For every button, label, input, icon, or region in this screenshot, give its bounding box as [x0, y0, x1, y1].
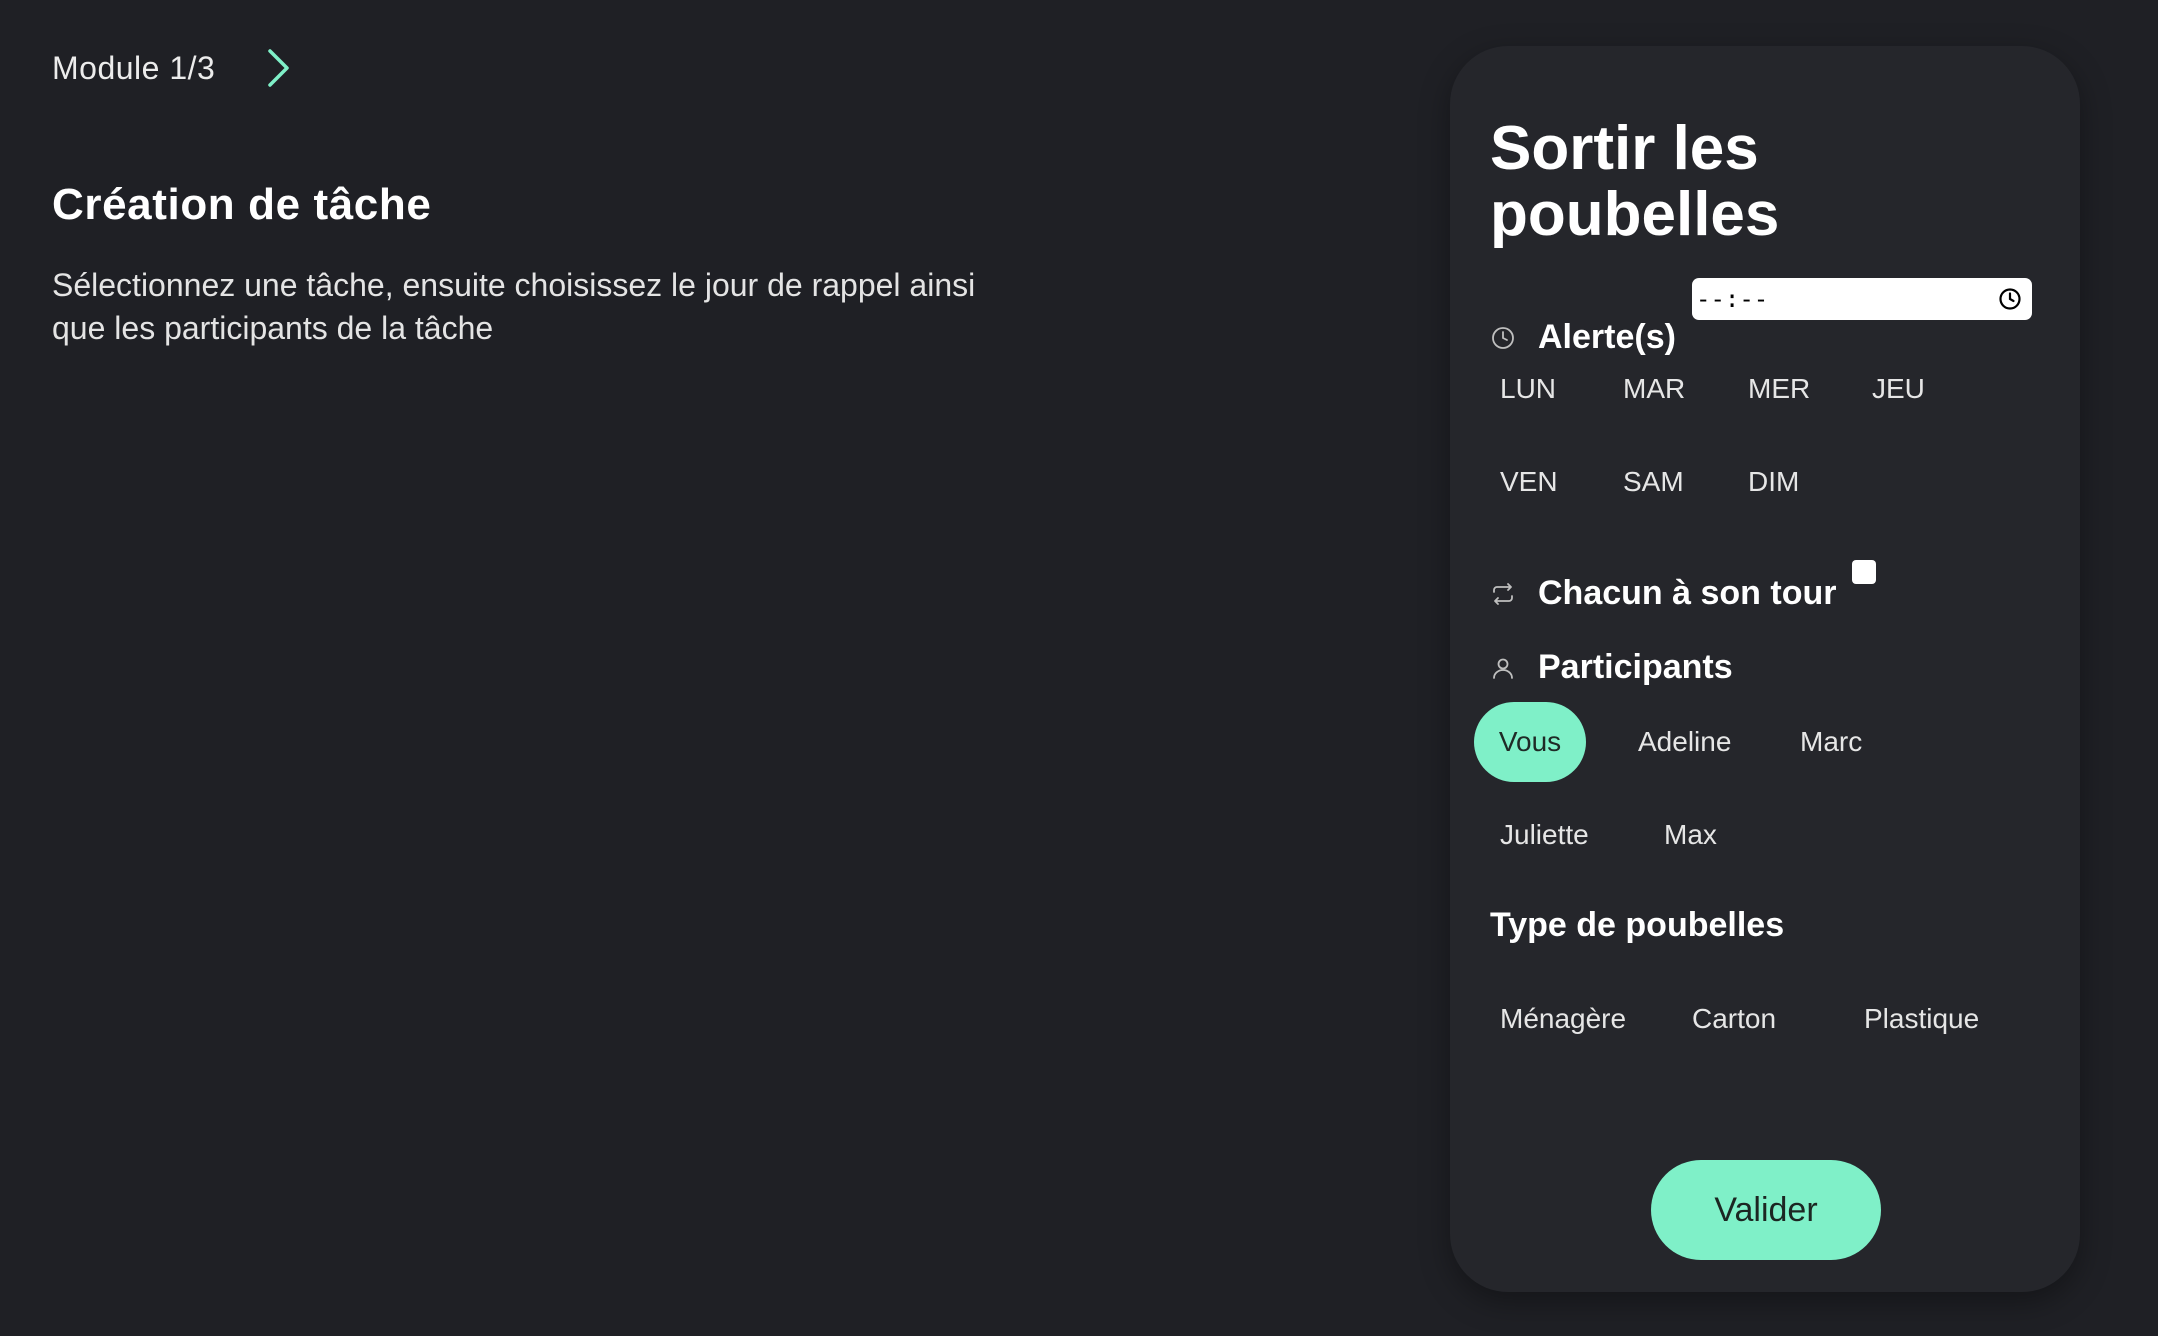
- participants-label: Participants: [1538, 648, 1733, 686]
- trash-type-chip-label: Carton: [1692, 1003, 1777, 1034]
- trash-type-chip-label: Plastique: [1864, 1003, 1980, 1034]
- trash-type-chip-label: Ménagère: [1500, 1003, 1627, 1034]
- day-chip-mer[interactable]: MER: [1722, 349, 1836, 429]
- alert-time-input[interactable]: --:--: [1692, 278, 2032, 320]
- task-creation-page: Module 1/3 Création de tâche Sélectionne…: [0, 0, 2158, 1336]
- participant-chip-label: Max: [1664, 819, 1717, 850]
- task-card: Sortir les poubelles Alerte(s) --:-- LUN…: [1450, 46, 2080, 1292]
- participant-chip-label: Vous: [1498, 726, 1562, 757]
- participants-row: Participants: [1490, 648, 1733, 687]
- trash-type-chip-menagere[interactable]: Ménagère: [1474, 979, 1652, 1059]
- page-title: Création de tâche: [52, 180, 432, 229]
- participant-chip-max[interactable]: Max: [1638, 795, 1743, 875]
- time-picker-icon[interactable]: [1996, 285, 2024, 313]
- trash-type-label: Type de poubelles: [1490, 906, 1785, 944]
- day-chip-sam[interactable]: SAM: [1597, 442, 1710, 522]
- validate-button[interactable]: Valider: [1651, 1160, 1881, 1260]
- task-title: Sortir les poubelles: [1490, 114, 1780, 249]
- trash-type-chip-plastique[interactable]: Plastique: [1838, 979, 2005, 1059]
- day-chip-label: VEN: [1500, 466, 1558, 497]
- chevron-right-icon[interactable]: [259, 44, 299, 92]
- participant-chip-juliette[interactable]: Juliette: [1474, 795, 1615, 875]
- module-nav: Module 1/3: [52, 44, 299, 92]
- trash-type-chip-carton[interactable]: Carton: [1666, 979, 1802, 1059]
- day-chip-mar[interactable]: MAR: [1597, 349, 1711, 429]
- module-progress-label: Module 1/3: [52, 49, 216, 86]
- alert-time-value: --:--: [1696, 285, 1769, 313]
- participant-chip-marc[interactable]: Marc: [1774, 702, 1888, 782]
- participant-chip-adeline[interactable]: Adeline: [1612, 702, 1757, 782]
- clock-icon: [1490, 325, 1516, 351]
- day-chip-lun[interactable]: LUN: [1474, 349, 1582, 429]
- participant-chip-label: Adeline: [1638, 726, 1732, 757]
- day-chip-ven[interactable]: VEN: [1474, 442, 1584, 522]
- participant-chip-label: Marc: [1800, 726, 1863, 757]
- rotation-label: Chacun à son tour: [1538, 574, 1837, 612]
- day-chip-dim[interactable]: DIM: [1722, 442, 1825, 522]
- user-icon: [1490, 655, 1516, 681]
- repeat-icon: [1490, 581, 1516, 607]
- rotation-checkbox[interactable]: [1852, 560, 1876, 584]
- participant-chip-label: Juliette: [1500, 819, 1589, 850]
- day-chip-label: DIM: [1748, 466, 1800, 497]
- rotation-row: Chacun à son tour: [1490, 574, 1836, 613]
- day-chip-label: SAM: [1623, 466, 1684, 497]
- participant-chip-vous[interactable]: Vous: [1474, 702, 1586, 782]
- day-chip-label: MER: [1748, 373, 1811, 404]
- day-chip-label: JEU: [1872, 373, 1925, 404]
- day-chip-label: MAR: [1623, 373, 1686, 404]
- page-description: Sélectionnez une tâche, ensuite choisiss…: [52, 267, 976, 346]
- day-chip-label: LUN: [1500, 373, 1557, 404]
- day-chip-jeu[interactable]: JEU: [1846, 349, 1951, 429]
